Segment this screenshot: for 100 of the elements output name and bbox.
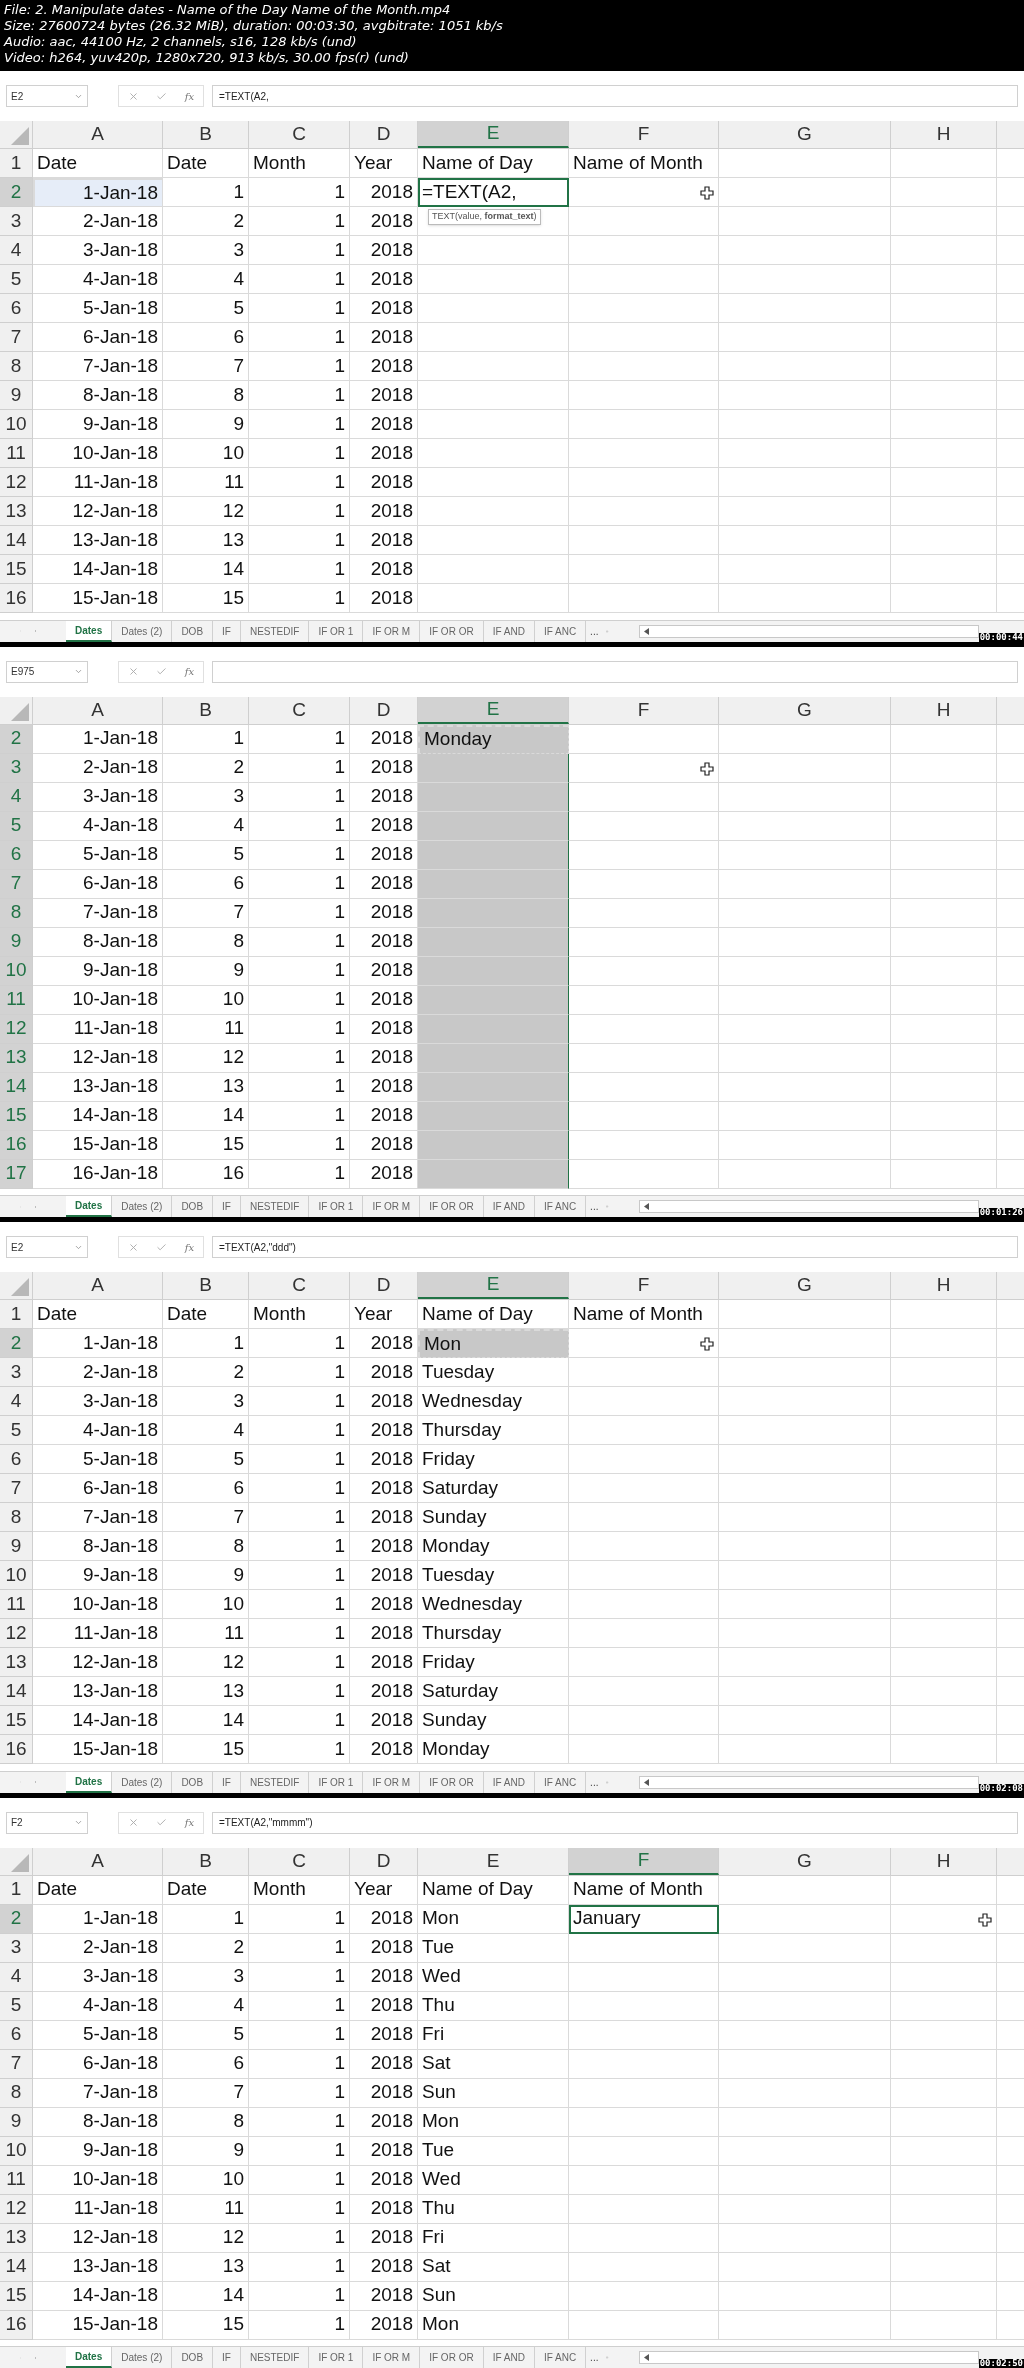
spreadsheet-cell[interactable]: 2018	[350, 1706, 418, 1735]
spreadsheet-cell[interactable]: 2018	[350, 1387, 418, 1416]
sheet-tab[interactable]: IF OR M	[363, 1196, 421, 1217]
row-header[interactable]: 15	[0, 2281, 33, 2311]
column-header[interactable]: B	[163, 696, 249, 724]
spreadsheet-cell[interactable]: 7-Jan-18	[33, 898, 163, 928]
more-tabs-button[interactable]: ...	[586, 1774, 603, 1790]
sheet-tab[interactable]: IF OR 1	[309, 1771, 364, 1793]
sheet-tab[interactable]: IF	[213, 2347, 241, 2368]
spreadsheet-cell[interactable]: Sun	[418, 2281, 569, 2311]
more-tabs-button[interactable]: ...	[586, 623, 603, 639]
spreadsheet-cell[interactable]: Year	[350, 1875, 418, 1905]
spreadsheet-cell[interactable]: 9-Jan-18	[33, 410, 163, 439]
row-header[interactable]: 2	[0, 724, 33, 754]
spreadsheet-cell[interactable]: 2018	[350, 584, 418, 613]
spreadsheet-cell[interactable]: 11-Jan-18	[33, 1014, 163, 1044]
spreadsheet-cell[interactable]: 2018	[350, 1590, 418, 1619]
spreadsheet-cell[interactable]: Monday	[418, 724, 569, 754]
spreadsheet-cell[interactable]: 1	[249, 2310, 350, 2340]
spreadsheet-cell[interactable]: 4-Jan-18	[33, 265, 163, 294]
row-header[interactable]: 14	[0, 1072, 33, 1102]
row-header[interactable]: 7	[0, 1474, 33, 1503]
spreadsheet-cell[interactable]: 1	[249, 1532, 350, 1561]
spreadsheet-cell[interactable]: Mon	[418, 1329, 569, 1358]
spreadsheet-cell[interactable]: 1	[249, 294, 350, 323]
row-header[interactable]: 2	[0, 1904, 33, 1934]
spreadsheet-cell[interactable]: Month	[249, 1300, 350, 1329]
row-header[interactable]: 9	[0, 1532, 33, 1561]
spreadsheet-cell[interactable]	[418, 927, 569, 957]
formula-bar[interactable]: =TEXT(A2,"ddd")	[212, 1236, 1018, 1258]
spreadsheet-cell[interactable]: 1	[249, 1706, 350, 1735]
spreadsheet-cell[interactable]: 2018	[350, 2281, 418, 2311]
row-header[interactable]: 8	[0, 1503, 33, 1532]
row-header[interactable]: 6	[0, 2020, 33, 2050]
spreadsheet-cell[interactable]	[418, 811, 569, 841]
spreadsheet-cell[interactable]: 2018	[350, 207, 418, 236]
column-header[interactable]: D	[350, 1847, 418, 1875]
spreadsheet-cell[interactable]: 1	[249, 2020, 350, 2050]
spreadsheet-cell[interactable]: 1	[249, 1933, 350, 1963]
spreadsheet-cell[interactable]: 2018	[350, 439, 418, 468]
row-header[interactable]: 4	[0, 236, 33, 265]
spreadsheet-cell[interactable]: 12-Jan-18	[33, 1648, 163, 1677]
sheet-tab[interactable]: IF OR OR	[420, 2347, 484, 2368]
spreadsheet-cell[interactable]: Year	[350, 149, 418, 178]
horizontal-scrollbar[interactable]	[638, 1775, 979, 1789]
name-box[interactable]: E2	[6, 1236, 88, 1258]
spreadsheet-cell[interactable]: 1	[249, 927, 350, 957]
spreadsheet-cell[interactable]: 3-Jan-18	[33, 782, 163, 812]
spreadsheet-cell[interactable]: 2018	[350, 1648, 418, 1677]
column-header[interactable]: C	[249, 696, 350, 724]
spreadsheet-cell[interactable]: 1	[249, 381, 350, 410]
spreadsheet-cell[interactable]: Sun	[418, 2078, 569, 2108]
spreadsheet-cell[interactable]: 16	[163, 1159, 249, 1189]
spreadsheet-cell[interactable]: 1	[249, 1358, 350, 1387]
spreadsheet-cell[interactable]	[418, 1014, 569, 1044]
row-header[interactable]: 13	[0, 1648, 33, 1677]
row-header[interactable]: 3	[0, 1933, 33, 1963]
column-header[interactable]: G	[719, 696, 891, 724]
spreadsheet-cell[interactable]	[418, 869, 569, 899]
column-header[interactable]: H	[891, 1847, 997, 1875]
column-header[interactable]: F	[569, 696, 719, 724]
cancel-icon[interactable]	[127, 666, 139, 677]
row-header[interactable]: 9	[0, 381, 33, 410]
row-header[interactable]: 15	[0, 1706, 33, 1735]
spreadsheet-cell[interactable]: 1	[249, 265, 350, 294]
spreadsheet-cell[interactable]: 1	[249, 2136, 350, 2166]
spreadsheet-cell[interactable]: 1	[249, 178, 350, 207]
sheet-tab[interactable]: Dates (2)	[112, 2347, 173, 2368]
column-header[interactable]: A	[33, 696, 163, 724]
row-header[interactable]: 6	[0, 840, 33, 870]
spreadsheet-cell[interactable]: 1	[249, 497, 350, 526]
spreadsheet-cell[interactable]: 7	[163, 2078, 249, 2108]
row-header[interactable]: 4	[0, 782, 33, 812]
spreadsheet-cell[interactable]: 12-Jan-18	[33, 497, 163, 526]
scroll-left-icon[interactable]	[643, 1203, 649, 1210]
spreadsheet-cell[interactable]: Monday	[418, 1532, 569, 1561]
spreadsheet-cell[interactable]: 13-Jan-18	[33, 1677, 163, 1706]
spreadsheet-cell[interactable]: Tuesday	[418, 1561, 569, 1590]
spreadsheet-cell[interactable]: 2-Jan-18	[33, 1358, 163, 1387]
spreadsheet-cell[interactable]: 1	[249, 1590, 350, 1619]
spreadsheet-cell[interactable]: 13	[163, 526, 249, 555]
sheet-tab[interactable]: NESTEDIF	[240, 620, 310, 642]
spreadsheet-cell[interactable]	[418, 956, 569, 986]
spreadsheet-cell[interactable]: Date	[163, 149, 249, 178]
spreadsheet-cell[interactable]: 2018	[350, 2194, 418, 2224]
spreadsheet-cell[interactable]: Mon	[418, 1904, 569, 1934]
spreadsheet-cell[interactable]: 8	[163, 927, 249, 957]
row-header[interactable]: 15	[0, 555, 33, 584]
spreadsheet-cell[interactable]: 1	[249, 1101, 350, 1131]
row-header[interactable]: 9	[0, 927, 33, 957]
spreadsheet-cell[interactable]: 1	[249, 2078, 350, 2108]
column-header[interactable]: F	[569, 121, 719, 148]
spreadsheet-cell[interactable]: 2018	[350, 1503, 418, 1532]
spreadsheet-cell[interactable]: 10	[163, 439, 249, 468]
insert-function-button[interactable]: fx	[184, 1239, 195, 1255]
spreadsheet-cell[interactable]: 1-Jan-18	[33, 1329, 163, 1358]
spreadsheet-cell[interactable]: 12	[163, 497, 249, 526]
row-header[interactable]: 13	[0, 1043, 33, 1073]
row-header[interactable]: 12	[0, 468, 33, 497]
row-header[interactable]: 16	[0, 1130, 33, 1160]
